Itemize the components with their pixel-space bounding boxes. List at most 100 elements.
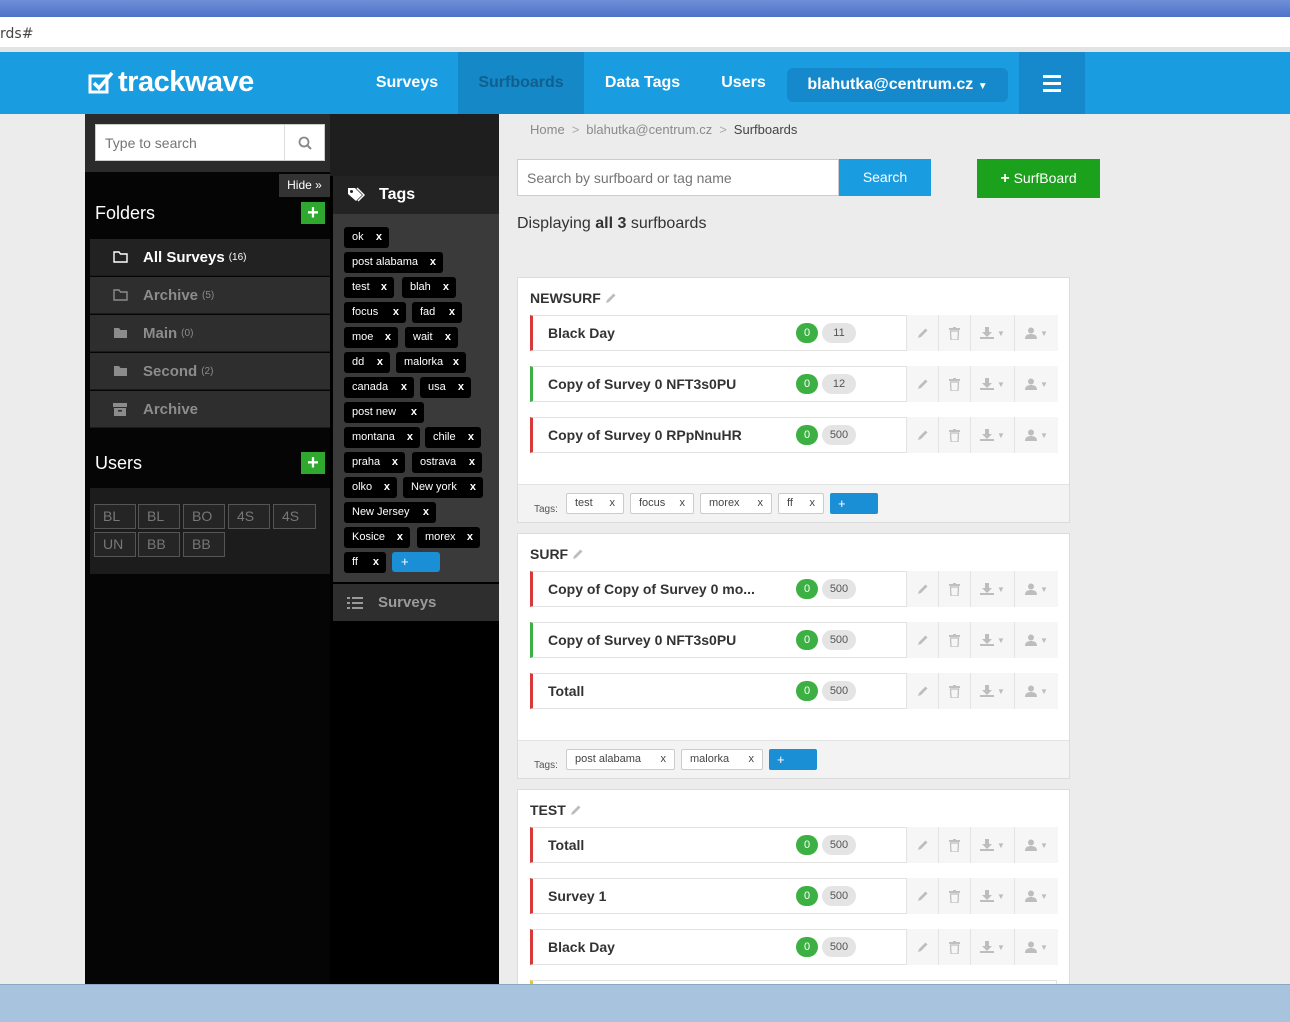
survey-name[interactable]: Copy of Copy of Survey 0 mo... — [548, 581, 755, 597]
remove-tag-icon[interactable]: x — [407, 427, 413, 448]
survey-row[interactable]: Copy of Survey 0 RPpNnuHR 0 500 ▼ ▼ — [530, 417, 1058, 453]
surfboard-tag-chip[interactable]: focus x — [630, 493, 694, 514]
edit-survey-button[interactable] — [906, 366, 938, 402]
remove-tag-icon[interactable]: x — [467, 527, 473, 548]
tag-chip[interactable]: montana x — [344, 427, 420, 448]
edit-surfboard-icon[interactable] — [570, 804, 582, 816]
user-dropdown-button[interactable]: ▼ — [1014, 622, 1058, 658]
remove-tag-icon[interactable]: x — [392, 452, 398, 473]
remove-tag-icon[interactable]: x — [749, 750, 755, 769]
remove-tag-icon[interactable]: x — [445, 327, 451, 348]
delete-survey-button[interactable] — [938, 929, 970, 965]
hide-sidebar-button[interactable]: Hide » — [279, 174, 330, 197]
nav-surveys[interactable]: Surveys — [356, 52, 458, 114]
survey-row[interactable]: Black Day 0 500 ▼ ▼ — [530, 929, 1058, 965]
survey-row[interactable]: Totall 0 500 ▼ ▼ — [530, 673, 1058, 709]
user-badge[interactable]: BB — [138, 532, 180, 557]
user-badge[interactable]: 4S — [273, 504, 316, 529]
remove-tag-icon[interactable]: x — [470, 477, 476, 498]
download-dropdown-button[interactable]: ▼ — [970, 366, 1014, 402]
edit-survey-button[interactable] — [906, 315, 938, 351]
survey-row[interactable]: Black Day 0 11 ▼ ▼ — [530, 315, 1058, 351]
breadcrumb-home[interactable]: Home — [530, 122, 565, 137]
remove-tag-icon[interactable]: x — [661, 750, 667, 769]
survey-row[interactable]: Totall 0 500 ▼ ▼ — [530, 827, 1058, 863]
folder-second[interactable]: Second (2) — [90, 353, 330, 390]
user-badge[interactable]: UN — [94, 532, 136, 557]
remove-tag-icon[interactable]: x — [610, 494, 616, 513]
user-dropdown-button[interactable]: ▼ — [1014, 929, 1058, 965]
remove-tag-icon[interactable]: x — [449, 302, 455, 323]
search-button[interactable]: Search — [839, 159, 931, 196]
add-surfboard-button[interactable]: + SurfBoard — [977, 159, 1100, 198]
remove-tag-icon[interactable]: x — [397, 527, 403, 548]
remove-tag-icon[interactable]: x — [385, 327, 391, 348]
remove-tag-icon[interactable]: x — [376, 227, 382, 248]
tag-chip[interactable]: olko x — [344, 477, 397, 498]
remove-tag-icon[interactable]: x — [810, 494, 816, 513]
survey-name[interactable]: Totall — [548, 837, 584, 853]
tag-chip[interactable]: focus x — [344, 302, 406, 323]
tag-chip[interactable]: New york x — [403, 477, 483, 498]
delete-survey-button[interactable] — [938, 827, 970, 863]
delete-survey-button[interactable] — [938, 417, 970, 453]
hamburger-menu-button[interactable] — [1019, 52, 1085, 114]
remove-tag-icon[interactable]: x — [430, 252, 436, 273]
user-dropdown-button[interactable]: ▼ — [1014, 366, 1058, 402]
user-dropdown-button[interactable]: ▼ — [1014, 827, 1058, 863]
tag-chip[interactable]: praha x — [344, 452, 405, 473]
edit-survey-button[interactable] — [906, 417, 938, 453]
remove-tag-icon[interactable]: x — [393, 302, 399, 323]
remove-tag-icon[interactable]: x — [443, 277, 449, 298]
delete-survey-button[interactable] — [938, 315, 970, 351]
remove-tag-icon[interactable]: x — [401, 377, 407, 398]
user-badge[interactable]: BL — [138, 504, 180, 529]
surfboard-tag-chip[interactable]: ff x — [778, 493, 824, 514]
tag-chip[interactable]: canada x — [344, 377, 414, 398]
tag-chip[interactable]: test x — [344, 277, 394, 298]
user-dropdown-button[interactable]: ▼ — [1014, 417, 1058, 453]
survey-name[interactable]: Survey 1 — [548, 888, 606, 904]
search-icon[interactable] — [284, 125, 324, 160]
download-dropdown-button[interactable]: ▼ — [970, 417, 1014, 453]
edit-surfboard-icon[interactable] — [605, 292, 617, 304]
folder-all-surveys[interactable]: All Surveys (16) — [90, 239, 330, 276]
user-dropdown-button[interactable]: ▼ — [1014, 673, 1058, 709]
edit-survey-button[interactable] — [906, 622, 938, 658]
user-dropdown-button[interactable]: ▼ — [1014, 571, 1058, 607]
delete-survey-button[interactable] — [938, 622, 970, 658]
folder-main[interactable]: Main (0) — [90, 315, 330, 352]
remove-tag-icon[interactable]: x — [468, 427, 474, 448]
download-dropdown-button[interactable]: ▼ — [970, 571, 1014, 607]
nav-users[interactable]: Users — [701, 52, 786, 114]
add-surfboard-tag-button[interactable]: + — [769, 749, 817, 770]
survey-name[interactable]: Totall — [548, 683, 584, 699]
tag-chip[interactable]: malorka x — [396, 352, 466, 373]
edit-surfboard-icon[interactable] — [572, 548, 584, 560]
edit-survey-button[interactable] — [906, 571, 938, 607]
download-dropdown-button[interactable]: ▼ — [970, 878, 1014, 914]
user-dropdown-button[interactable]: ▼ — [1014, 315, 1058, 351]
surfboard-tag-chip[interactable]: malorka x — [681, 749, 763, 770]
edit-survey-button[interactable] — [906, 929, 938, 965]
delete-survey-button[interactable] — [938, 878, 970, 914]
surfboard-tag-chip[interactable]: test x — [566, 493, 624, 514]
add-user-button[interactable]: + — [301, 452, 325, 474]
remove-tag-icon[interactable]: x — [680, 494, 686, 513]
tag-chip[interactable]: wait x — [405, 327, 458, 348]
user-badge[interactable]: 4S — [228, 504, 270, 529]
survey-row[interactable]: Copy of Survey 0 NFT3s0PU 0 500 ▼ ▼ — [530, 622, 1058, 658]
download-dropdown-button[interactable]: ▼ — [970, 929, 1014, 965]
trackwave-logo[interactable]: trackwave — [88, 66, 254, 99]
remove-tag-icon[interactable]: x — [423, 502, 429, 523]
nav-surfboards[interactable]: Surfboards — [458, 52, 584, 114]
download-dropdown-button[interactable]: ▼ — [970, 315, 1014, 351]
download-dropdown-button[interactable]: ▼ — [970, 827, 1014, 863]
remove-tag-icon[interactable]: x — [411, 402, 417, 423]
tag-chip[interactable]: post alabama x — [344, 252, 443, 273]
tag-chip[interactable]: post new x — [344, 402, 424, 423]
remove-tag-icon[interactable]: x — [381, 277, 387, 298]
remove-tag-icon[interactable]: x — [469, 452, 475, 473]
tag-chip[interactable]: New Jersey x — [344, 502, 436, 523]
surveys-toggle[interactable]: Surveys — [333, 584, 499, 621]
